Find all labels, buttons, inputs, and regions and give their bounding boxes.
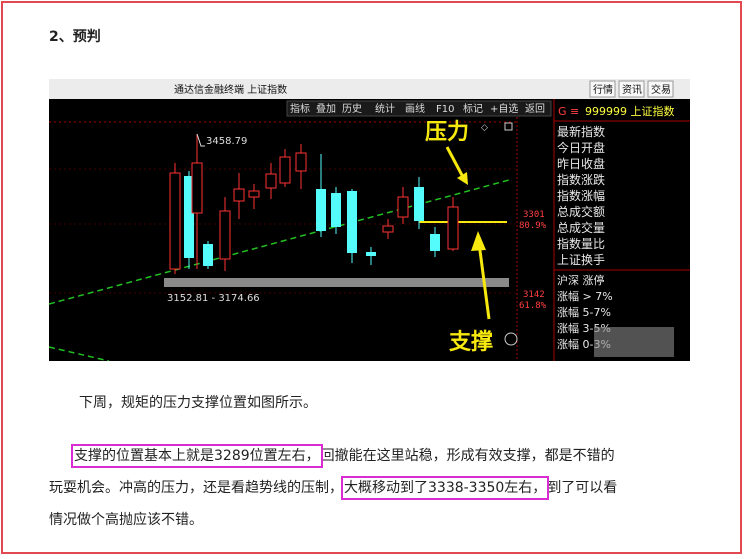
toolbar-stats[interactable]: 统计	[375, 102, 395, 115]
candle-up	[265, 173, 277, 189]
level1-pct: 80.9%	[519, 221, 547, 231]
blur-watermark	[594, 327, 674, 357]
candle-up	[169, 172, 181, 270]
toolbar-mark[interactable]: 标记	[463, 103, 483, 115]
candle-up	[279, 156, 291, 184]
toolbar-history[interactable]: 历史	[342, 103, 362, 115]
candle-down	[414, 187, 424, 221]
candle-down	[331, 193, 341, 227]
top-buttons: 行情 资讯 交易	[589, 80, 674, 98]
window-title: 通达信金融终端 上证指数	[174, 83, 287, 96]
level2-price: 3142	[523, 290, 545, 300]
g-icon: G ≡	[558, 105, 579, 118]
chart-toolbar: 指标 叠加 历史 统计 画线 F10 标记 +自选 返回	[286, 100, 552, 117]
candle-down	[347, 191, 357, 253]
candles	[169, 134, 459, 274]
level2-pct: 61.8%	[519, 301, 547, 311]
level1-price: 3301	[523, 210, 545, 220]
high-label: 3458.79	[206, 136, 247, 147]
stat-item: 涨幅 5-7%	[557, 306, 611, 319]
stock-chart-svg: 通达信金融终端 上证指数 行情 资讯 交易 指标 叠加 历史 统计 画线 F10…	[49, 79, 690, 361]
toolbar-overlay[interactable]: 叠加	[316, 103, 336, 115]
side-item: 指数量比	[557, 236, 605, 251]
support-label: 支撑	[449, 330, 493, 355]
diamond-icon: ◇	[481, 123, 488, 133]
candle-down	[203, 244, 213, 266]
candle-up	[191, 162, 203, 214]
candle-up	[219, 210, 231, 260]
candle-up	[447, 206, 459, 250]
paragraph-line2: 玩耍机会。冲高的压力，还是看趋势线的压制，大概移动到了3338-3350左右，到…	[49, 472, 617, 505]
toolbar-indicator[interactable]: 指标	[290, 102, 310, 115]
pressure-label: 压力	[425, 120, 469, 145]
side-item: 指数涨跌	[557, 172, 605, 187]
code-title: 999999 上证指数	[585, 104, 675, 118]
side-item: 上证换手	[557, 253, 605, 267]
pressure-arrow	[445, 146, 466, 180]
top-button-quote[interactable]: 行情	[593, 83, 613, 96]
stat-item: 涨幅 > 7%	[557, 290, 613, 303]
trend-line-2	[49, 346, 110, 361]
section-heading: 2、预判	[49, 29, 101, 45]
square-icon	[504, 122, 513, 131]
candle-down	[430, 234, 440, 251]
toolbar-back[interactable]: 返回	[525, 103, 545, 115]
text-span: 到了可以看	[547, 480, 618, 496]
candle-down	[366, 252, 376, 256]
side-menu: 最新指数 今日开盘 昨日收盘 指数涨跌 指数涨幅 总成交额 总成交量 指数量比 …	[557, 124, 605, 267]
side-item: 昨日收盘	[557, 156, 605, 171]
paragraph-intro: 下周，规矩的压力支撑位置如图所示。	[79, 395, 317, 411]
toolbar-f10[interactable]: F10	[436, 104, 454, 115]
text-span: 回撤能在这里站稳，形成有效支撑，都是不错的	[320, 448, 615, 464]
candle-up	[248, 190, 260, 198]
side-item: 最新指数	[557, 124, 605, 139]
candle-up	[295, 152, 307, 172]
stock-chart-screenshot: 通达信金融终端 上证指数 行情 资讯 交易 指标 叠加 历史 统计 画线 F10…	[49, 79, 690, 361]
stat-item: 沪深 涨停	[557, 273, 605, 287]
top-button-news[interactable]: 资讯	[622, 84, 642, 96]
candle-up	[382, 225, 394, 233]
text-span: 玩耍机会。冲高的压力，还是看趋势线的压制，	[49, 480, 343, 496]
candle-down	[316, 189, 326, 231]
highlight-pressure: 大概移动到了3338-3350左右，	[340, 476, 550, 500]
highlight-support: 支撑的位置基本上就是3289位置左右，	[71, 444, 323, 468]
side-item: 总成交量	[557, 220, 605, 235]
support-band	[164, 278, 509, 287]
toolbar-draw[interactable]: 画线	[405, 102, 425, 115]
candle-up	[233, 188, 245, 202]
toolbar-watchlist[interactable]: +自选	[490, 102, 518, 115]
side-item: 指数涨幅	[557, 188, 605, 203]
paragraph-line1: 支撑的位置基本上就是3289位置左右，回撤能在这里站稳，形成有效支撑，都是不错的	[71, 440, 615, 473]
top-button-trade[interactable]: 交易	[651, 83, 671, 96]
cursor-icon	[504, 332, 518, 346]
candle-up	[397, 196, 409, 218]
side-item: 今日开盘	[557, 140, 605, 155]
range-label: 3152.81 - 3174.66	[167, 293, 260, 304]
paragraph-line3: 情况做个高抛应该不错。	[49, 512, 203, 528]
side-item: 总成交额	[557, 204, 605, 219]
